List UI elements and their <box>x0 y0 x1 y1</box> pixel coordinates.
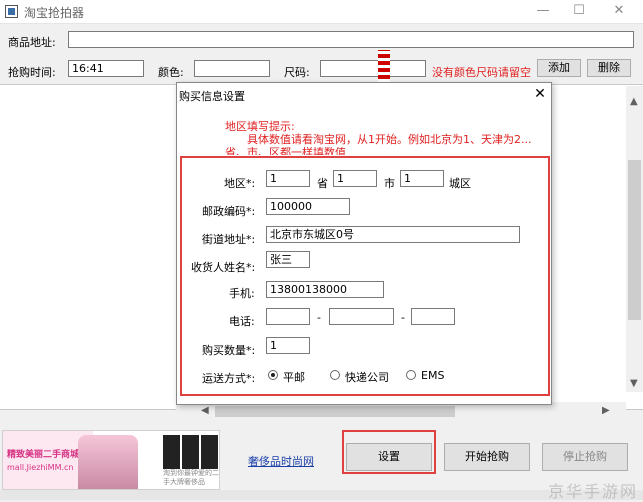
scroll-left-arrow-icon[interactable]: ◀ <box>201 405 209 416</box>
shipping-radio-ems[interactable] <box>406 370 416 380</box>
quantity-input[interactable]: 1 <box>266 337 310 354</box>
dialog-close-icon[interactable]: ✕ <box>529 83 551 105</box>
watermark: 京华手游网 <box>548 482 639 501</box>
province-unit: 省 <box>317 177 328 190</box>
ad-model-image <box>78 435 138 489</box>
phone-area-input[interactable] <box>266 308 310 325</box>
ad-brand-logos <box>163 435 219 469</box>
region-label: 地区*: <box>224 177 256 190</box>
phone-separator: - <box>401 311 405 324</box>
district-unit: 城区 <box>449 177 471 190</box>
start-purchase-button[interactable]: 开始抢购 <box>444 443 530 471</box>
recipient-input[interactable]: 张三 <box>266 251 310 268</box>
ad-title: 精致美丽二手商城 <box>7 450 80 460</box>
recipient-label: 收货人姓名*: <box>191 261 256 274</box>
time-input[interactable]: 16:41 <box>68 60 144 77</box>
shipping-option-express: 快递公司 <box>345 371 389 384</box>
size-warning: 没有颜色尺码请留空 <box>432 66 531 79</box>
time-label: 抢购时间: <box>8 66 56 79</box>
shipping-label: 运送方式*: <box>202 372 256 385</box>
phone-ext-input[interactable] <box>411 308 455 325</box>
mobile-input[interactable]: 13800138000 <box>266 281 384 298</box>
street-label: 街道地址*: <box>202 233 256 246</box>
url-input[interactable] <box>68 31 634 48</box>
size-input[interactable] <box>320 60 426 77</box>
delete-button[interactable]: 删除 <box>587 59 631 77</box>
city-unit: 市 <box>384 177 395 190</box>
shipping-option-ems: EMS <box>421 369 445 382</box>
purchase-settings-dialog: 购买信息设置 ✕ 地区填写提示: 具体数值请看淘宝网，从1开始。例如北京为1、天… <box>176 82 552 405</box>
phone-number-input[interactable] <box>329 308 394 325</box>
city-input[interactable]: 1 <box>333 170 377 187</box>
scroll-up-arrow-icon[interactable]: ▲ <box>630 96 638 107</box>
district-input[interactable]: 1 <box>400 170 444 187</box>
street-input[interactable]: 北京市东城区0号 <box>266 226 520 243</box>
scroll-right-arrow-icon[interactable]: ▶ <box>602 405 610 416</box>
app-icon <box>5 5 18 18</box>
hint-title: 地区填写提示: <box>225 120 295 133</box>
stop-purchase-button[interactable]: 停止抢购 <box>542 443 628 471</box>
highlight-frame <box>180 156 550 396</box>
shipping-option-surface: 平邮 <box>283 371 305 384</box>
status-strip <box>0 490 643 500</box>
settings-button[interactable]: 设置 <box>346 443 432 471</box>
ad-banner[interactable]: 精致美丽二手商城 mall.JiezhiMM.cn 淘到你最钟爱的二手大牌奢侈品 <box>2 430 220 490</box>
province-input[interactable]: 1 <box>266 170 310 187</box>
mobile-label: 手机: <box>229 287 255 300</box>
luxury-site-link[interactable]: 奢侈品时尚网 <box>248 453 314 469</box>
minimize-button[interactable]: — <box>525 0 561 24</box>
zip-label: 邮政编码*: <box>202 205 256 218</box>
shipping-radio-surface[interactable] <box>268 370 278 380</box>
url-label: 商品地址: <box>8 36 56 49</box>
size-label: 尺码: <box>284 66 310 79</box>
ad-url: mall.JiezhiMM.cn <box>7 463 74 472</box>
hint-line: 具体数值请看淘宝网，从1开始。例如北京为1、天津为2... <box>247 133 532 146</box>
quantity-label: 购买数量*: <box>202 344 256 357</box>
hint-line: 省、市、区都一样填数值 <box>225 147 346 155</box>
add-button[interactable]: 添加 <box>537 59 581 77</box>
maximize-button[interactable]: ☐ <box>561 0 597 24</box>
close-button[interactable]: ✕ <box>601 0 637 24</box>
phone-label: 电话: <box>229 315 255 328</box>
horizontal-scroll-thumb[interactable] <box>215 406 455 417</box>
window-title: 淘宝抢拍器 <box>24 6 85 20</box>
shipping-radio-express[interactable] <box>330 370 340 380</box>
phone-separator: - <box>317 311 321 324</box>
color-label: 颜色: <box>158 66 184 79</box>
dialog-title: 购买信息设置 <box>179 90 245 103</box>
vertical-scroll-thumb[interactable] <box>628 160 641 320</box>
color-input[interactable] <box>194 60 270 77</box>
ad-tagline: 淘到你最钟爱的二手大牌奢侈品 <box>163 469 219 486</box>
zip-input[interactable]: 100000 <box>266 198 350 215</box>
scroll-down-arrow-icon[interactable]: ▼ <box>630 378 638 389</box>
